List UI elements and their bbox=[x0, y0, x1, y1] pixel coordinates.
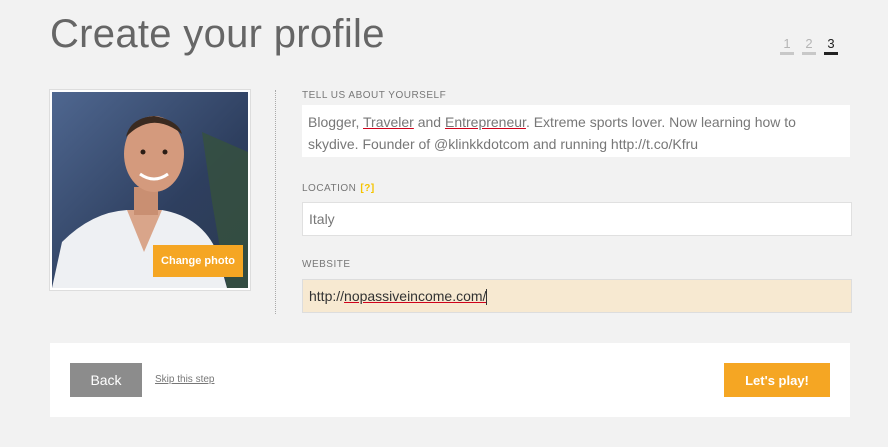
page-title: Create your profile bbox=[50, 12, 385, 56]
back-button[interactable]: Back bbox=[70, 363, 142, 397]
about-text-part: Traveler bbox=[363, 114, 414, 130]
about-text-part: Blogger, bbox=[308, 114, 364, 130]
action-bar: Back Skip this step Let's play! bbox=[50, 343, 850, 417]
text-caret bbox=[486, 289, 488, 306]
location-label-row: LOCATION [?] bbox=[302, 183, 375, 194]
lets-play-button[interactable]: Let's play! bbox=[724, 363, 830, 397]
website-value-domain: nopassiveincome.com/ bbox=[344, 288, 487, 304]
about-label: TELL US ABOUT YOURSELF bbox=[302, 90, 447, 101]
step-2[interactable]: 2 bbox=[802, 36, 816, 55]
about-textarea[interactable]: Blogger, Traveler and Entrepreneur. Extr… bbox=[302, 105, 850, 157]
about-text-part: Entrepreneur bbox=[444, 114, 526, 130]
location-value: Italy bbox=[309, 211, 335, 227]
location-input[interactable]: Italy bbox=[302, 202, 852, 236]
column-divider bbox=[275, 90, 276, 314]
step-1[interactable]: 1 bbox=[780, 36, 794, 55]
change-photo-button[interactable]: Change photo bbox=[153, 245, 243, 277]
website-value-prefix: http:// bbox=[309, 288, 345, 304]
website-label: WEBSITE bbox=[302, 259, 351, 270]
about-text-part: and bbox=[413, 114, 445, 130]
skip-step-link[interactable]: Skip this step bbox=[155, 374, 214, 385]
website-input[interactable]: http://nopassiveincome.com/ bbox=[302, 279, 852, 313]
location-help-icon[interactable]: [?] bbox=[360, 183, 374, 194]
location-label: LOCATION bbox=[302, 183, 357, 194]
step-3[interactable]: 3 bbox=[824, 36, 838, 55]
step-indicator: 1 2 3 bbox=[780, 36, 838, 55]
